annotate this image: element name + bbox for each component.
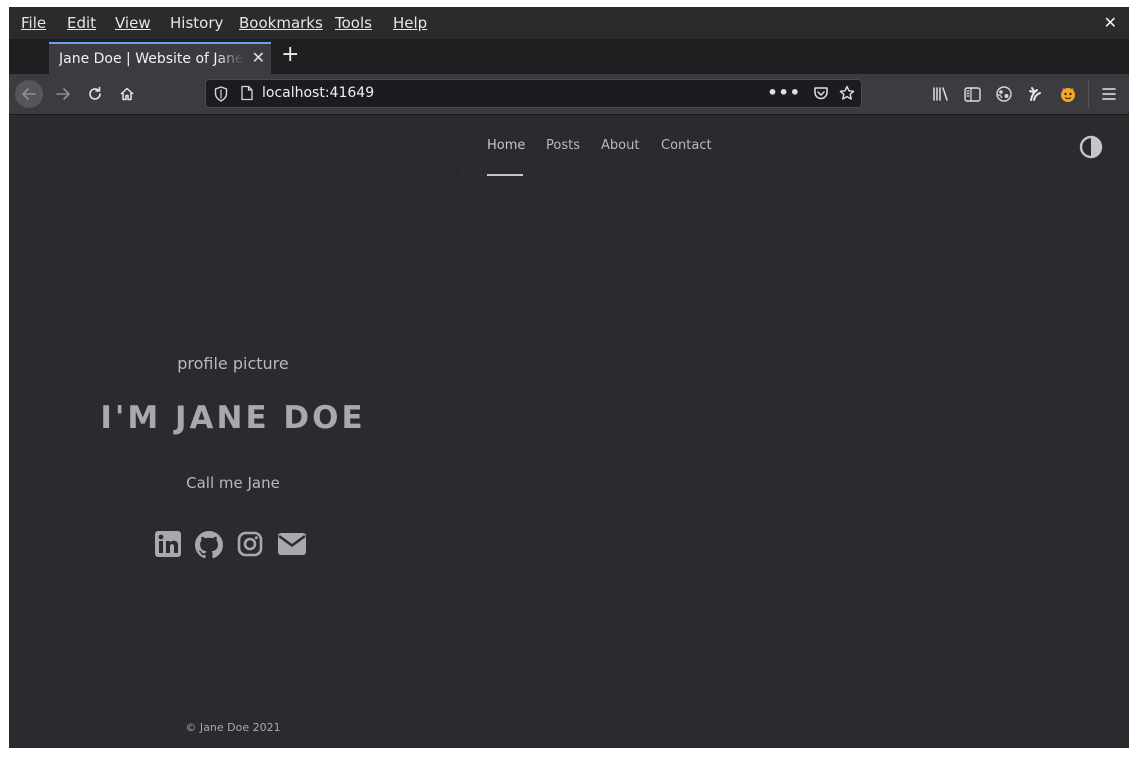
menu-view[interactable]: View bbox=[115, 14, 151, 32]
library-icon[interactable] bbox=[931, 84, 951, 104]
menu-help-label: Help bbox=[393, 14, 428, 32]
menu-bookmarks[interactable]: Bookmarks bbox=[239, 14, 323, 32]
menu-edit-label: Edit bbox=[67, 14, 97, 32]
menu-tools-label: Tools bbox=[335, 14, 372, 32]
extension-icon-2[interactable] bbox=[1026, 84, 1046, 104]
pocket-icon[interactable] bbox=[813, 85, 829, 105]
menu-history[interactable]: History bbox=[170, 14, 223, 32]
menu-tools[interactable]: Tools bbox=[335, 14, 372, 32]
navigation-toolbar: localhost:41649 ••• bbox=[9, 74, 1129, 115]
page-info-icon[interactable] bbox=[240, 85, 254, 105]
page-actions-icon[interactable]: ••• bbox=[767, 83, 801, 102]
tab-bar: Jane Doe | Website of Jane Doe ✕ + bbox=[9, 39, 1129, 74]
menu-history-label: History bbox=[170, 14, 224, 32]
arrow-right-icon bbox=[56, 88, 70, 100]
toolbar-separator bbox=[1088, 80, 1089, 108]
profile-picture: profile picture bbox=[177, 354, 289, 373]
menu-view-label: View bbox=[115, 14, 151, 32]
back-button[interactable] bbox=[15, 80, 43, 108]
menu-icon[interactable] bbox=[1099, 84, 1119, 104]
nav-posts[interactable]: Posts bbox=[546, 138, 580, 153]
nav-about[interactable]: About bbox=[601, 138, 639, 153]
github-icon bbox=[195, 531, 223, 559]
contrast-icon bbox=[1079, 135, 1103, 159]
menu-file-label: File bbox=[21, 14, 47, 32]
menu-edit[interactable]: Edit bbox=[67, 14, 96, 32]
home-icon bbox=[120, 87, 134, 101]
tab-active[interactable]: Jane Doe | Website of Jane Doe ✕ bbox=[49, 42, 271, 74]
site-navigation: Home Posts About Contact bbox=[458, 115, 1129, 176]
sidebar-icon[interactable] bbox=[962, 84, 982, 104]
url-bar[interactable]: localhost:41649 ••• bbox=[205, 79, 862, 108]
profile-sidebar: profile picture I'm Jane Doe Call me Jan… bbox=[9, 115, 458, 748]
tab-title: Jane Doe | Website of Jane Doe bbox=[59, 51, 244, 67]
nav-home[interactable]: Home bbox=[487, 138, 525, 153]
page-content: profile picture I'm Jane Doe Call me Jan… bbox=[9, 115, 1129, 748]
hero-name: I'm Jane Doe bbox=[100, 400, 366, 436]
github-link[interactable] bbox=[195, 531, 223, 559]
email-link[interactable] bbox=[277, 531, 306, 559]
arrow-left-icon bbox=[22, 88, 36, 100]
nav-active-indicator bbox=[487, 174, 523, 176]
menu-bookmarks-label: Bookmarks bbox=[239, 14, 323, 32]
url-text[interactable]: localhost:41649 bbox=[262, 85, 374, 101]
social-links bbox=[155, 531, 311, 559]
tab-close-button[interactable]: ✕ bbox=[252, 48, 265, 67]
linkedin-link[interactable] bbox=[155, 531, 183, 559]
extension-icon-3[interactable] bbox=[1058, 84, 1078, 104]
nav-contact[interactable]: Contact bbox=[661, 138, 712, 153]
email-icon bbox=[278, 533, 306, 555]
instagram-link[interactable] bbox=[237, 531, 265, 559]
browser-window: File Edit View History Bookmarks Tools H… bbox=[9, 7, 1129, 748]
forward-button[interactable] bbox=[49, 80, 77, 108]
linkedin-icon bbox=[155, 531, 181, 557]
new-tab-button[interactable]: + bbox=[281, 43, 299, 67]
extension-icon[interactable] bbox=[994, 84, 1014, 104]
menu-bar: File Edit View History Bookmarks Tools H… bbox=[9, 7, 1129, 39]
instagram-icon bbox=[237, 531, 263, 557]
menu-file[interactable]: File bbox=[21, 14, 46, 32]
bookmark-star-icon[interactable] bbox=[839, 85, 855, 105]
tagline: Call me Jane bbox=[186, 474, 280, 492]
reload-icon bbox=[89, 86, 101, 100]
window-close-button[interactable]: ✕ bbox=[1104, 13, 1117, 32]
home-button[interactable] bbox=[113, 80, 141, 108]
reload-button[interactable] bbox=[81, 80, 109, 108]
footer-copyright: © Jane Doe 2021 bbox=[185, 721, 281, 734]
shield-icon[interactable] bbox=[214, 86, 228, 106]
menu-help[interactable]: Help bbox=[393, 14, 427, 32]
theme-toggle-button[interactable] bbox=[1079, 135, 1103, 159]
